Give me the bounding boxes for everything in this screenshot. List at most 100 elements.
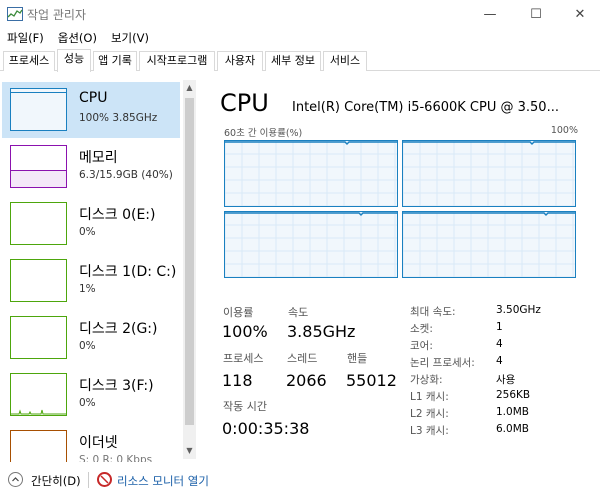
scroll-down-arrow-icon[interactable]: ▼ xyxy=(183,443,196,459)
spec-label: L1 캐시: xyxy=(410,391,449,403)
resource-monitor-icon[interactable] xyxy=(97,472,112,487)
graph-max-label: 100% xyxy=(550,125,578,136)
disk-3-thumbnail xyxy=(10,373,67,416)
uptime-value: 0:00:35:38 xyxy=(222,419,310,438)
tab-processes[interactable]: 프로세스 xyxy=(3,51,55,71)
spec-value: 256KB xyxy=(496,389,531,401)
scroll-up-arrow-icon[interactable]: ▲ xyxy=(183,80,196,96)
resource-value: S: 0 R: 0 Kbps xyxy=(79,454,153,462)
spec-value: 1 xyxy=(496,321,503,333)
resource-item-disk-2[interactable]: 디스크 2(G:) 0% xyxy=(2,310,180,366)
spec-label: 코어: xyxy=(410,340,433,352)
usage-line xyxy=(225,141,397,145)
tab-app-history[interactable]: 앱 기록 xyxy=(93,51,137,71)
speed-value: 3.85GHz xyxy=(287,322,356,341)
resource-value: 0% xyxy=(79,340,96,352)
minimize-button[interactable]: — xyxy=(468,0,512,28)
disk-1-thumbnail xyxy=(10,259,67,302)
resource-name: 디스크 0(E:) xyxy=(79,207,156,223)
spec-value: 1.0MB xyxy=(496,406,529,418)
disk-2-thumbnail xyxy=(10,316,67,359)
tab-users[interactable]: 사용자 xyxy=(217,51,263,71)
detail-title: CPU xyxy=(220,89,269,117)
spec-label: 최대 속도: xyxy=(410,306,456,318)
core-graph-3 xyxy=(402,211,576,278)
memory-thumbnail xyxy=(10,145,67,188)
footer: 간단히(D) 리소스 모니터 열기 xyxy=(0,468,600,492)
resource-name: 이더넷 xyxy=(79,435,118,451)
window-title: 작업 관리자 xyxy=(27,8,87,22)
resource-value: 1% xyxy=(79,283,96,295)
spec-label: 가상화: xyxy=(410,374,443,386)
threads-value: 2066 xyxy=(286,371,327,390)
fewer-details-button[interactable]: 간단히(D) xyxy=(31,473,81,489)
handles-label: 핸들 xyxy=(347,352,368,365)
speed-label: 속도 xyxy=(288,306,309,319)
cpu-model: Intel(R) Core(TM) i5-6600K CPU @ 3.50... xyxy=(292,100,559,115)
tab-startup[interactable]: 시작프로그램 xyxy=(139,51,215,71)
spec-label: L3 캐시: xyxy=(410,425,449,437)
resource-name: 메모리 xyxy=(79,150,118,166)
core-graph-canvas xyxy=(225,141,397,206)
usage-line xyxy=(403,212,575,216)
usage-line xyxy=(403,141,575,145)
core-graph-1 xyxy=(402,140,576,207)
scrollbar-thumb[interactable] xyxy=(185,98,194,425)
open-resource-monitor-link[interactable]: 리소스 모니터 열기 xyxy=(117,473,209,489)
graph-caption: 60초 간 이용률(%) xyxy=(224,128,303,139)
resource-item-disk-3[interactable]: 디스크 3(F:) 0% xyxy=(2,367,180,423)
resource-name: CPU xyxy=(79,90,108,106)
resource-value: 100% 3.85GHz xyxy=(79,112,158,124)
spec-value: 사용 xyxy=(496,374,516,386)
utilization-label: 이용률 xyxy=(223,306,254,319)
menu-bar: 파일(F) 옵션(O) 보기(V) xyxy=(0,28,600,48)
resource-item-memory[interactable]: 메모리 6.3/15.9GB (40%) xyxy=(2,139,180,195)
spec-value: 3.50GHz xyxy=(496,304,541,316)
spec-value: 4 xyxy=(496,338,503,350)
processes-value: 118 xyxy=(222,371,253,390)
resource-item-disk-0[interactable]: 디스크 0(E:) 0% xyxy=(2,196,180,252)
spec-label: L2 캐시: xyxy=(410,408,449,420)
ethernet-thumbnail xyxy=(10,430,67,462)
core-graph-canvas xyxy=(403,141,575,206)
title-bar: 작업 관리자 — ☐ ✕ xyxy=(0,0,600,28)
chevron-up-icon[interactable] xyxy=(8,472,23,487)
uptime-label: 작동 시간 xyxy=(223,400,267,413)
core-graph-canvas xyxy=(403,212,575,277)
resource-name: 디스크 3(F:) xyxy=(79,378,154,394)
handles-value: 55012 xyxy=(346,371,397,390)
spec-label: 소켓: xyxy=(410,323,433,335)
resource-item-cpu[interactable]: CPU 100% 3.85GHz xyxy=(2,82,180,138)
tab-performance[interactable]: 성능 xyxy=(57,49,91,72)
resource-list-scrollbar[interactable]: ▲ ▼ xyxy=(183,80,196,459)
core-graph-canvas xyxy=(225,212,397,277)
resource-list: CPU 100% 3.85GHz 메모리 6.3/15.9GB (40%) 디스… xyxy=(0,78,198,463)
resource-value: 6.3/15.9GB (40%) xyxy=(79,169,173,181)
resource-value: 0% xyxy=(79,226,96,238)
resource-item-ethernet[interactable]: 이더넷 S: 0 R: 0 Kbps xyxy=(2,424,180,462)
threads-label: 스레드 xyxy=(287,352,318,365)
cpu-thumbnail xyxy=(10,88,67,131)
core-graph-2 xyxy=(224,211,398,278)
usage-line xyxy=(225,212,397,216)
spec-label: 논리 프로세서: xyxy=(410,357,475,369)
tab-details[interactable]: 세부 정보 xyxy=(265,51,321,71)
utilization-value: 100% xyxy=(222,322,268,341)
spec-value: 4 xyxy=(496,355,503,367)
resource-name: 디스크 1(D: C:) xyxy=(79,264,177,280)
tab-services[interactable]: 서비스 xyxy=(323,51,367,71)
footer-divider xyxy=(88,472,89,488)
disk-0-thumbnail xyxy=(10,202,67,245)
close-button[interactable]: ✕ xyxy=(558,0,600,28)
core-graph-0 xyxy=(224,140,398,207)
menu-file[interactable]: 파일(F) xyxy=(0,28,51,48)
resource-name: 디스크 2(G:) xyxy=(79,321,158,337)
processes-label: 프로세스 xyxy=(223,352,264,365)
maximize-button[interactable]: ☐ xyxy=(514,0,558,28)
menu-options[interactable]: 옵션(O) xyxy=(51,28,104,48)
resource-value: 0% xyxy=(79,397,96,409)
menu-view[interactable]: 보기(V) xyxy=(104,28,156,48)
resource-item-disk-1[interactable]: 디스크 1(D: C:) 1% xyxy=(2,253,180,309)
task-manager-icon xyxy=(7,7,23,21)
tab-bar: 프로세스 성능 앱 기록 시작프로그램 사용자 세부 정보 서비스 xyxy=(0,49,600,72)
